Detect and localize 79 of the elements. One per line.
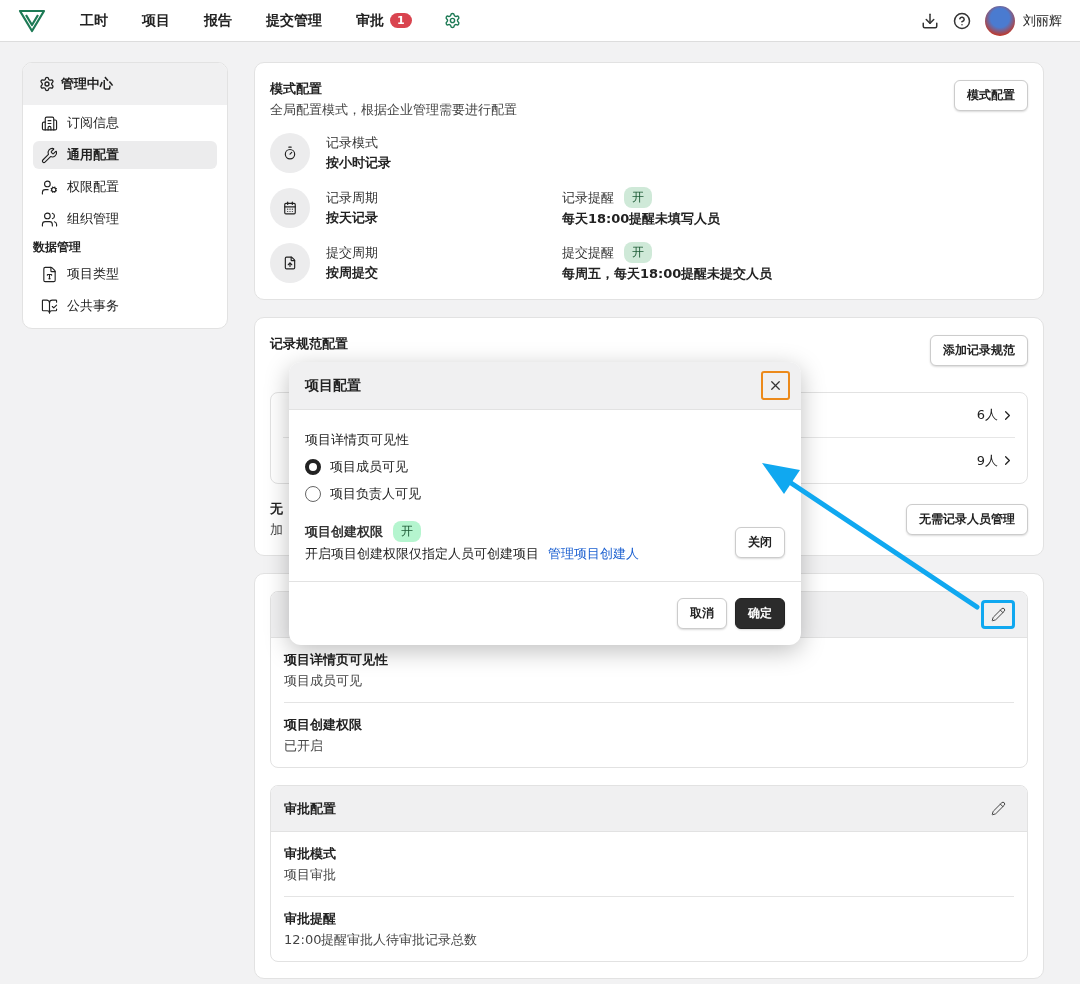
toggle-off-button[interactable]: 关闭 — [735, 526, 785, 558]
download-icon[interactable] — [921, 11, 939, 30]
sidebar-item[interactable]: 组织管理 — [33, 205, 217, 233]
setting-label: 项目详情页可见性 — [284, 651, 389, 669]
nav-link[interactable]: 报告 — [204, 11, 232, 30]
section-title: 审批配置 — [284, 799, 336, 818]
users-icon — [41, 210, 58, 228]
edit-button[interactable] — [981, 600, 1015, 629]
setting-label: 记录模式 — [326, 134, 378, 152]
timer-icon — [270, 133, 310, 173]
sidebar-title: 管理中心 — [61, 75, 113, 93]
setting-value: 已开启 — [284, 737, 324, 755]
setting-label: 审批模式 — [284, 845, 337, 863]
building-icon — [41, 114, 58, 132]
sidebar-section-label: 数据管理 — [33, 239, 82, 256]
file-icon — [41, 265, 58, 283]
radio-button[interactable] — [305, 486, 321, 502]
pencil-icon — [990, 607, 1006, 622]
user-gear-icon — [41, 178, 58, 196]
sidebar-item[interactable]: 权限配置 — [33, 173, 217, 201]
confirm-button[interactable]: 确定 — [735, 598, 785, 629]
setting-value: 按天记录 — [326, 208, 379, 227]
setting-value: 项目成员可见 — [284, 672, 363, 690]
sidebar-item[interactable]: 公共事务 — [33, 292, 217, 320]
setting-value: 12:00提醒审批人待审批记录总数 — [284, 931, 479, 949]
nav-link[interactable]: 项目 — [142, 11, 170, 30]
nav-link[interactable]: 工时 — [80, 11, 108, 30]
close-icon — [768, 378, 783, 393]
sidebar-item[interactable]: 项目类型 — [33, 260, 217, 288]
nav-link[interactable]: 提交管理 — [266, 11, 322, 30]
cancel-button[interactable]: 取消 — [677, 598, 727, 629]
setting-value: 每天18:00提醒未填写人员 — [562, 210, 721, 228]
sidebar-item[interactable]: 订阅信息 — [33, 109, 217, 137]
wrench-icon — [41, 146, 58, 164]
card-title: 无 — [270, 500, 283, 518]
card-title: 模式配置 — [270, 80, 323, 98]
exempt-manage-button[interactable]: 无需记录人员管理 — [906, 504, 1028, 535]
setting-label: 提交周期 — [326, 243, 378, 262]
radio-button[interactable] — [305, 459, 321, 475]
mode-config-button[interactable]: 模式配置 — [954, 80, 1028, 111]
pencil-icon — [990, 801, 1006, 816]
dialog-title: 项目配置 — [305, 376, 361, 395]
setting-value: 按周提交 — [326, 263, 379, 282]
file-upload-icon — [270, 242, 310, 283]
user-name: 刘丽辉 — [1023, 11, 1062, 30]
status-tag: 开 — [624, 242, 652, 263]
permission-description: 开启项目创建权限仅指定人员可创建项目 管理项目创建人 — [305, 545, 639, 563]
setting-label: 记录提醒 — [562, 188, 614, 207]
sidebar-item[interactable]: 通用配置 — [33, 141, 217, 169]
setting-label: 审批提醒 — [284, 910, 337, 928]
settings-icon[interactable] — [443, 12, 461, 29]
setting-label: 提交提醒 — [562, 243, 614, 262]
radio-option[interactable]: 项目成员可见 — [305, 458, 408, 476]
nav-link[interactable]: 审批 1 — [356, 11, 412, 30]
setting-label: 记录周期 — [326, 188, 378, 207]
member-count[interactable]: 9人 — [976, 451, 1015, 470]
help-icon[interactable] — [953, 11, 971, 30]
card-title: 记录规范配置 — [270, 335, 348, 353]
field-label: 项目详情页可见性 — [305, 431, 409, 449]
setting-value: 每周五，每天18:00提醒未提交人员 — [562, 265, 773, 283]
manage-creators-link[interactable]: 管理项目创建人 — [548, 546, 639, 561]
status-tag: 开 — [393, 521, 421, 542]
member-count[interactable]: 6人 — [976, 406, 1015, 424]
user-avatar[interactable] — [985, 5, 1015, 36]
setting-value: 项目审批 — [284, 866, 337, 884]
add-rule-button[interactable]: 添加记录规范 — [930, 335, 1028, 366]
close-button[interactable] — [761, 371, 790, 400]
gear-icon — [39, 76, 55, 92]
status-tag: 开 — [624, 187, 652, 208]
logo-icon[interactable] — [18, 8, 46, 33]
count-badge: 1 — [390, 13, 412, 28]
setting-label: 项目创建权限 — [284, 716, 363, 734]
book-check-icon — [41, 297, 58, 315]
card-description: 全局配置模式，根据企业管理需要进行配置 — [270, 101, 517, 119]
field-label: 项目创建权限 — [305, 522, 383, 541]
radio-option[interactable]: 项目负责人可见 — [305, 485, 421, 503]
setting-value: 按小时记录 — [326, 154, 392, 172]
card-description: 加 — [270, 521, 283, 539]
calendar-icon — [270, 187, 310, 228]
